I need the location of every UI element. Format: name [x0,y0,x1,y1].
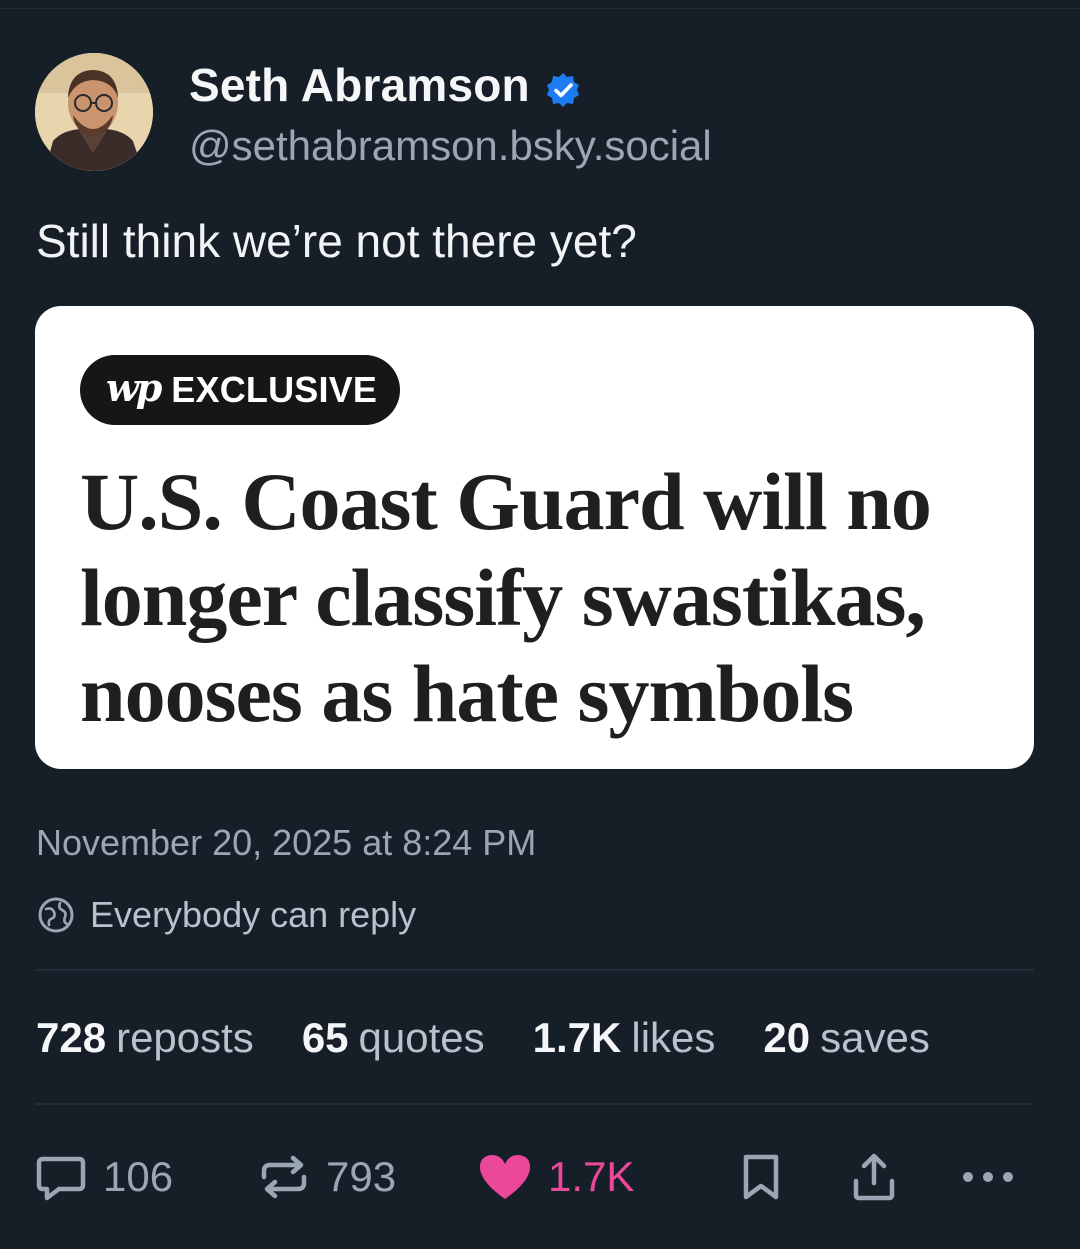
likes-stat[interactable]: 1.7K likes [533,1014,716,1062]
repost-icon [261,1155,307,1199]
quotes-label: quotes [358,1014,485,1061]
likes-label: likes [631,1014,716,1061]
top-divider [0,8,1080,9]
verified-check-icon[interactable] [544,66,582,107]
divider [35,1103,1034,1105]
post-thread-view: Seth Abramson @sethabramson.bsky.social … [0,0,1080,1249]
quotes-stat[interactable]: 65 quotes [302,1014,485,1062]
bookmark-button[interactable] [733,1145,789,1209]
avatar[interactable] [35,53,153,171]
article-headline: U.S. Coast Guard will no longer classify… [80,454,1010,742]
author-handle[interactable]: @sethabramson.bsky.social [189,122,712,170]
action-bar: 106 793 1.7K [0,1145,1080,1209]
post-stats: 728 reposts 65 quotes 1.7K likes 20 saves [36,1014,978,1066]
divider [35,969,1034,971]
reposts-stat[interactable]: 728 reposts [36,1014,254,1062]
reply-setting-label: Everybody can reply [90,894,417,935]
exclusive-badge: wp EXCLUSIVE [80,355,400,425]
saves-label: saves [820,1014,930,1061]
saves-count: 20 [763,1014,811,1061]
embedded-image-card[interactable]: wp EXCLUSIVE U.S. Coast Guard will no lo… [35,306,1034,769]
washington-post-logo: wp [106,365,162,410]
like-button[interactable]: 1.7K [476,1145,634,1209]
reply-icon [36,1156,86,1201]
author-display-name[interactable]: Seth Abramson [189,58,530,112]
saves-stat: 20 saves [763,1014,929,1062]
reply-button[interactable]: 106 [33,1145,173,1209]
headline-line: nooses as hate symbols [80,648,854,739]
more-options-button[interactable] [958,1145,1018,1209]
like-count: 1.7K [548,1153,635,1200]
reposts-count: 728 [36,1014,107,1061]
headline-line: U.S. Coast Guard will no [80,456,932,547]
repost-button[interactable]: 793 [256,1145,396,1209]
headline-line: longer classify swastikas, [80,552,926,643]
reply-setting: Everybody can reply [36,893,416,937]
ellipsis-icon [963,1172,1013,1182]
reply-count: 106 [103,1153,174,1200]
avatar-image [35,53,153,171]
globe-icon [36,895,76,935]
exclusive-label: EXCLUSIVE [171,369,378,410]
post-timestamp: November 20, 2025 at 8:24 PM [36,822,537,863]
share-button[interactable] [846,1145,902,1209]
quotes-count: 65 [301,1014,349,1061]
author-display-name-row[interactable]: Seth Abramson [189,58,582,112]
bookmark-icon [743,1154,779,1200]
reposts-label: reposts [116,1014,254,1061]
heart-icon [479,1155,531,1199]
repost-count: 793 [326,1153,397,1200]
likes-count: 1.7K [532,1014,622,1061]
share-icon [853,1153,895,1201]
post-text: Still think we’re not there yet? [36,215,637,267]
